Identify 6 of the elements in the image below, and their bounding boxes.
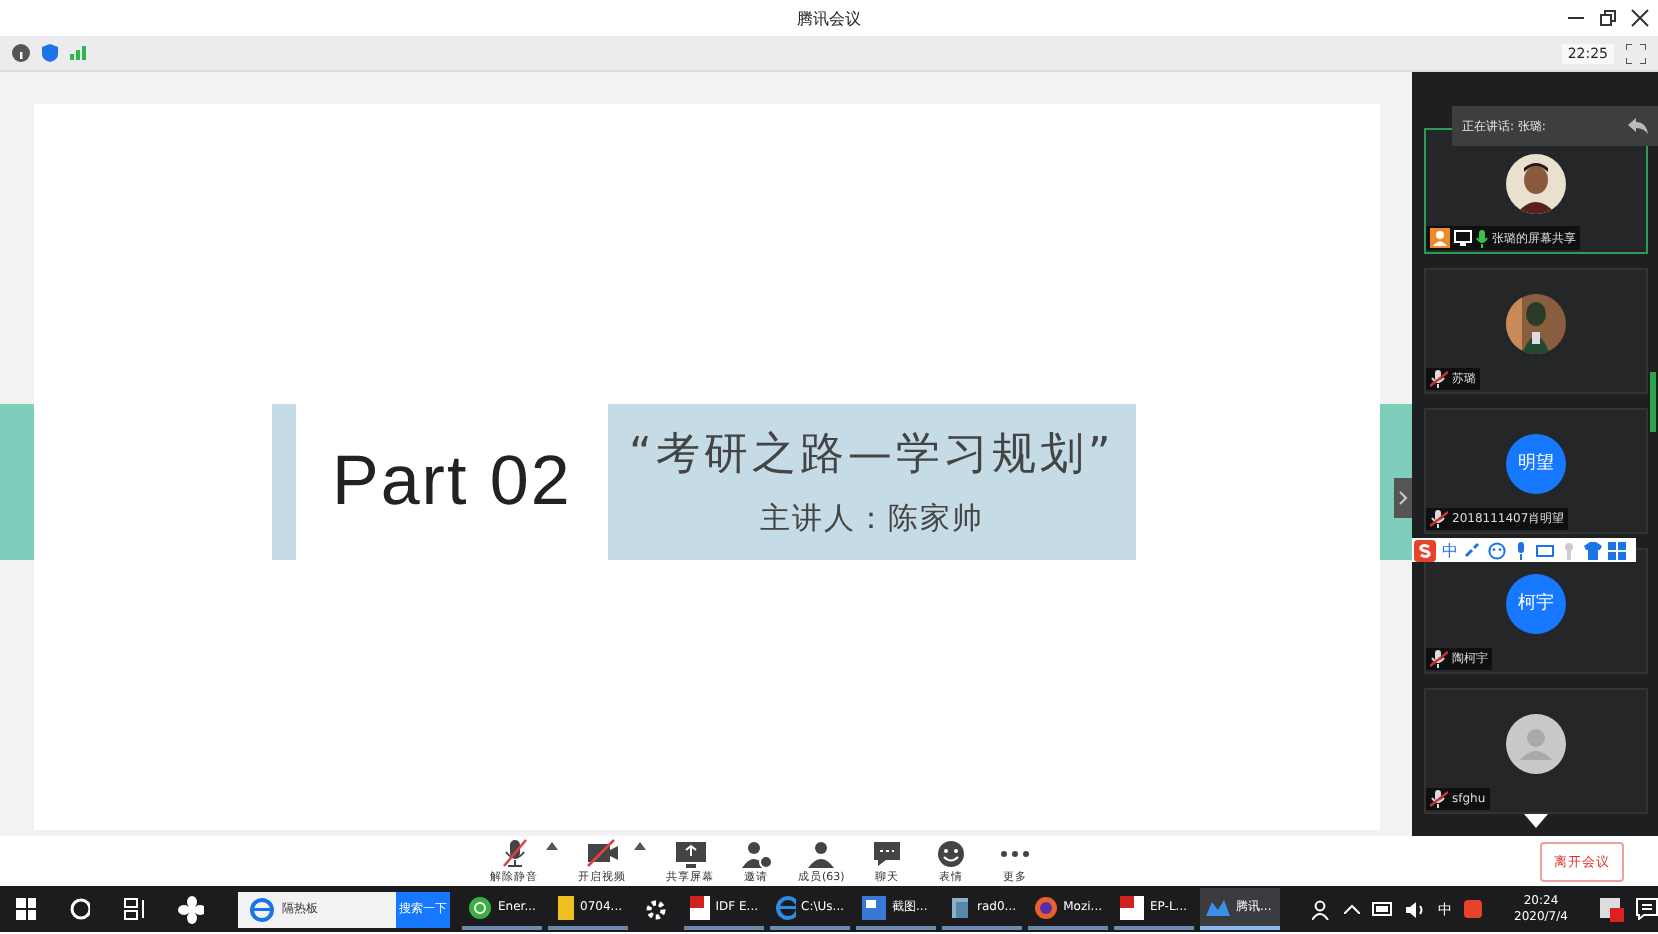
slide-title: “考研之路—学习规划” <box>628 428 1115 484</box>
slide-heading: Part 02 <box>332 441 572 521</box>
window-title: 腾讯会议 <box>797 7 861 29</box>
slide-speaker: 主讲人：陈家帅 <box>759 500 984 538</box>
avatar-initials: 明望 <box>1506 433 1566 493</box>
avatar-initials: 柯宇 <box>1506 573 1566 633</box>
